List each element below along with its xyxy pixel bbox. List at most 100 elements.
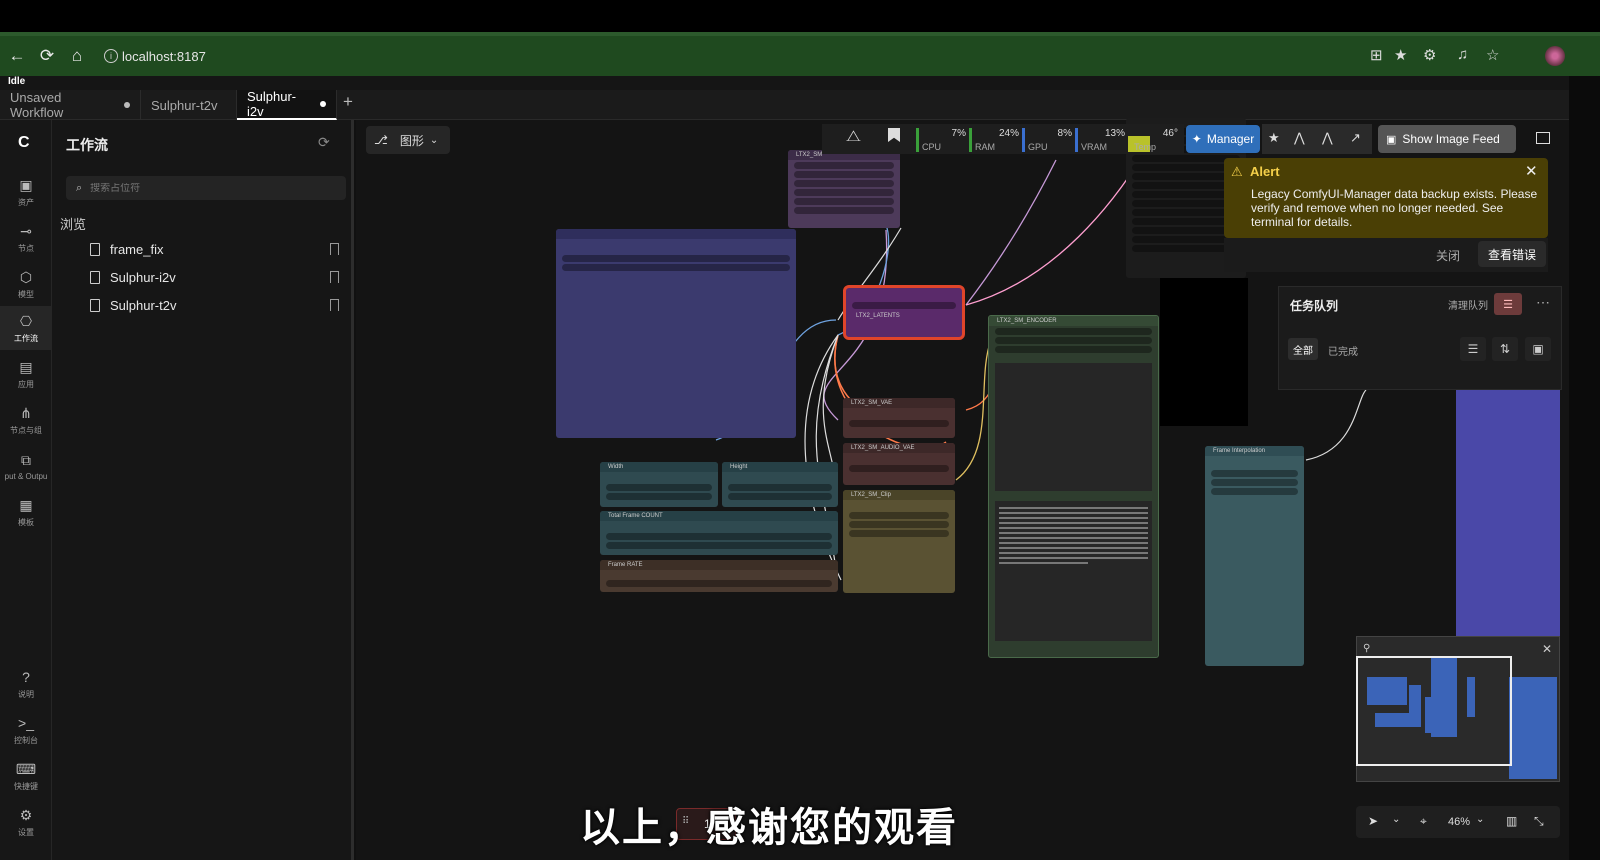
widget-row[interactable] <box>606 542 832 549</box>
widget-row[interactable] <box>995 346 1152 353</box>
clip-node[interactable]: LTX2_SM_Clip <box>843 490 955 593</box>
negative-prompt-textarea[interactable] <box>995 501 1152 641</box>
gallery-icon[interactable]: ▣ <box>1525 337 1551 361</box>
bookmark-icon[interactable] <box>330 271 339 283</box>
widget-row[interactable] <box>794 180 894 187</box>
widget-row[interactable] <box>794 162 894 169</box>
sidebar-item-nodes[interactable]: ⊸ 节点 <box>0 216 52 260</box>
encoder-node[interactable]: LTX2_SM_ENCODER <box>988 315 1159 658</box>
sidebar-item-node-groups[interactable]: ⋔ 节点与组 <box>0 398 52 442</box>
close-icon[interactable]: ✕ <box>1542 642 1552 656</box>
vae-node[interactable]: LTX2_SM_VAE <box>843 398 955 438</box>
widget-row[interactable] <box>794 207 894 214</box>
widget-row[interactable] <box>995 328 1152 335</box>
bookmark-icon[interactable] <box>330 299 339 311</box>
sidebar-item-models[interactable]: ⬡ 模型 <box>0 262 52 306</box>
filter-icon[interactable]: ☰ <box>1460 337 1486 361</box>
model-loader-node[interactable]: LTX2_SM <box>788 150 900 228</box>
bookmark-icon[interactable] <box>330 243 339 255</box>
frame-rate-node[interactable]: Frame RATE <box>600 560 838 592</box>
link-visibility-icon[interactable]: ⤡ <box>1534 814 1544 829</box>
tab-sulphur-t2v[interactable]: Sulphur-t2v <box>141 90 237 120</box>
star-icon[interactable]: ★ <box>1268 130 1280 146</box>
favorites-icon[interactable]: ☆ <box>1486 46 1499 64</box>
widget-row[interactable] <box>1211 479 1298 486</box>
widget-row[interactable] <box>728 484 832 491</box>
sidebar-item-workflows[interactable]: ⎔ 工作流 <box>0 306 52 350</box>
search-input[interactable] <box>90 182 321 194</box>
workflow-search[interactable]: ⌕ <box>66 176 346 200</box>
sidebar-item-settings[interactable]: ⚙ 设置 <box>0 800 52 844</box>
chevron-down-icon[interactable]: ⌄ <box>1392 814 1400 825</box>
comfy-logo-icon[interactable]: ⧍ <box>846 128 861 146</box>
latent-node-selected[interactable]: LTX2_LATENTS <box>843 285 965 340</box>
fit-view-icon[interactable]: ⌖ <box>1420 814 1427 829</box>
extensions-icon[interactable]: ⚙ <box>1423 46 1436 64</box>
widget-row[interactable] <box>849 530 949 537</box>
tab-unsaved-workflow[interactable]: Unsaved Workflow <box>0 90 141 120</box>
widget-row[interactable] <box>794 189 894 196</box>
widget-row[interactable] <box>606 493 712 500</box>
zoom-level[interactable]: 46% <box>1448 816 1470 828</box>
address-bar[interactable]: localhost:8187 <box>122 49 206 64</box>
app-grid-icon[interactable]: ⊞ <box>1370 46 1383 64</box>
panel-toggle-icon[interactable] <box>1536 132 1550 144</box>
widget-row[interactable] <box>849 420 949 427</box>
sidebar-item-templates[interactable]: ▦ 模板 <box>0 490 52 534</box>
bookmark-star-icon[interactable]: ★ <box>1394 46 1407 64</box>
share-icon[interactable]: ↗ <box>1350 130 1361 146</box>
view-errors-button[interactable]: 查看错误 <box>1478 241 1546 267</box>
clear-queue-button[interactable]: ☰ <box>1494 293 1522 315</box>
workflow-item[interactable]: Sulphur-t2v <box>90 293 345 317</box>
workflow-item[interactable]: Sulphur-i2v <box>90 265 345 289</box>
sidebar-item-help[interactable]: ? 说明 <box>0 662 52 706</box>
widget-row[interactable] <box>849 465 949 472</box>
more-icon[interactable]: ⋯ <box>1536 294 1550 311</box>
media-control-icon[interactable]: ♫ <box>1457 46 1468 63</box>
upload-button[interactable] <box>562 264 790 271</box>
minimap-toggle-icon[interactable]: ▥ <box>1506 814 1517 828</box>
show-image-feed-button[interactable]: ▣ Show Image Feed <box>1378 125 1516 153</box>
back-icon[interactable]: ← <box>2 41 32 71</box>
model-alt-icon[interactable]: ⋀ <box>1322 130 1333 146</box>
image-selector[interactable] <box>562 255 790 262</box>
widget-row[interactable] <box>606 580 832 587</box>
height-node[interactable]: Height <box>722 462 838 507</box>
widget-row[interactable] <box>728 493 832 500</box>
widget-row[interactable] <box>794 198 894 205</box>
widget-row[interactable] <box>1211 488 1298 495</box>
widget-row[interactable] <box>995 337 1152 344</box>
sidebar-item-io[interactable]: ⧉ put & Outpu <box>0 444 52 488</box>
reload-icon[interactable]: ⟳ <box>32 41 62 71</box>
minimap-settings-icon[interactable]: ⚲ <box>1363 643 1370 654</box>
tab-sulphur-i2v[interactable]: Sulphur-i2v <box>237 89 337 120</box>
frame-interpolation-node[interactable]: Frame Interpolation <box>1205 446 1304 666</box>
home-icon[interactable]: ⌂ <box>62 41 92 71</box>
widget-row[interactable] <box>606 484 712 491</box>
minimap-viewport[interactable] <box>1356 656 1512 766</box>
positive-prompt-textarea[interactable] <box>995 363 1152 491</box>
model-icon[interactable]: ⋀ <box>1294 130 1305 146</box>
audio-vae-node[interactable]: LTX2_SM_AUDIO_VAE <box>843 443 955 485</box>
tab-completed[interactable]: 已完成 <box>1328 343 1358 358</box>
comfy-logo-icon[interactable]: C <box>18 134 30 152</box>
sidebar-item-shortcuts[interactable]: ⌨ 快捷键 <box>0 754 52 798</box>
widget-row[interactable] <box>852 302 956 309</box>
profile-avatar[interactable] <box>1545 46 1565 66</box>
widget-row[interactable] <box>606 533 832 540</box>
widget-row[interactable] <box>794 171 894 178</box>
dismiss-button[interactable]: 关闭 <box>1436 247 1460 264</box>
tab-all[interactable]: 全部 <box>1288 338 1318 360</box>
sidebar-item-console[interactable]: >_ 控制台 <box>0 708 52 752</box>
widget-row[interactable] <box>1211 470 1298 477</box>
new-tab-button[interactable]: + <box>343 92 353 112</box>
manager-button[interactable]: ✦ Manager <box>1186 125 1260 153</box>
widget-row[interactable] <box>849 512 949 519</box>
widget-row[interactable] <box>849 521 949 528</box>
select-tool-icon[interactable]: ➤ <box>1368 814 1378 828</box>
chevron-down-icon[interactable]: ⌄ <box>1476 814 1484 825</box>
close-icon[interactable]: ✕ <box>1525 162 1538 180</box>
sidebar-item-assets[interactable]: ▣ 资产 <box>0 170 52 214</box>
site-info-icon[interactable]: i <box>104 49 118 63</box>
refresh-icon[interactable]: ⟳ <box>318 134 330 151</box>
